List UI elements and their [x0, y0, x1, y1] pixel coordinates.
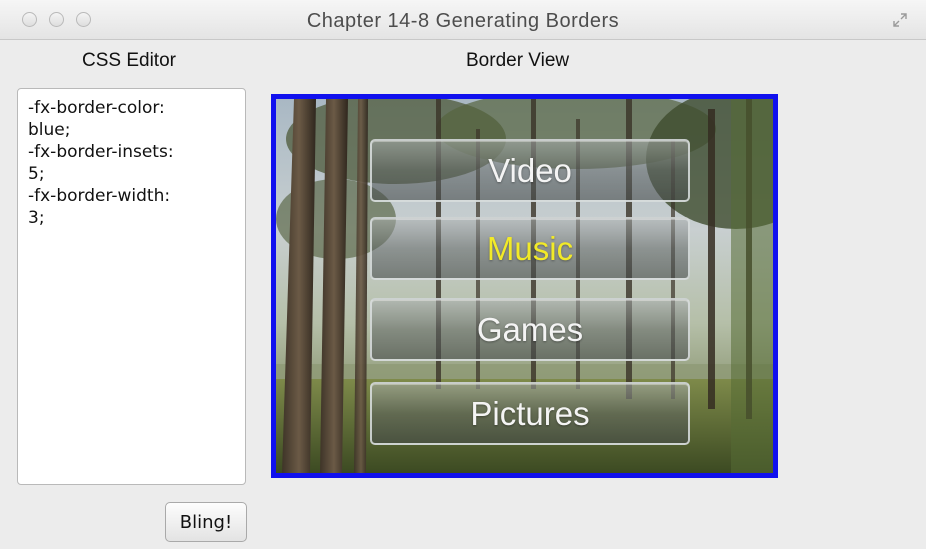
menu-button-music[interactable]: Music — [370, 217, 690, 280]
css-editor-label: CSS Editor — [82, 50, 176, 71]
bling-button[interactable]: Bling! — [165, 502, 247, 542]
border-view-pane: Video Music Games Pictures — [271, 94, 778, 478]
menu-button-pictures[interactable]: Pictures — [370, 382, 690, 445]
menu-button-video[interactable]: Video — [370, 139, 690, 202]
css-editor-textarea[interactable]: -fx-border-color: blue; -fx-border-inset… — [17, 88, 246, 485]
border-view-label: Border View — [466, 50, 570, 71]
window-title: Chapter 14-8 Generating Borders — [306, 10, 620, 32]
fullscreen-icon[interactable] — [892, 12, 908, 28]
menu-button-games[interactable]: Games — [370, 298, 690, 361]
title-bar: Chapter 14-8 Generating Borders — [0, 0, 926, 40]
